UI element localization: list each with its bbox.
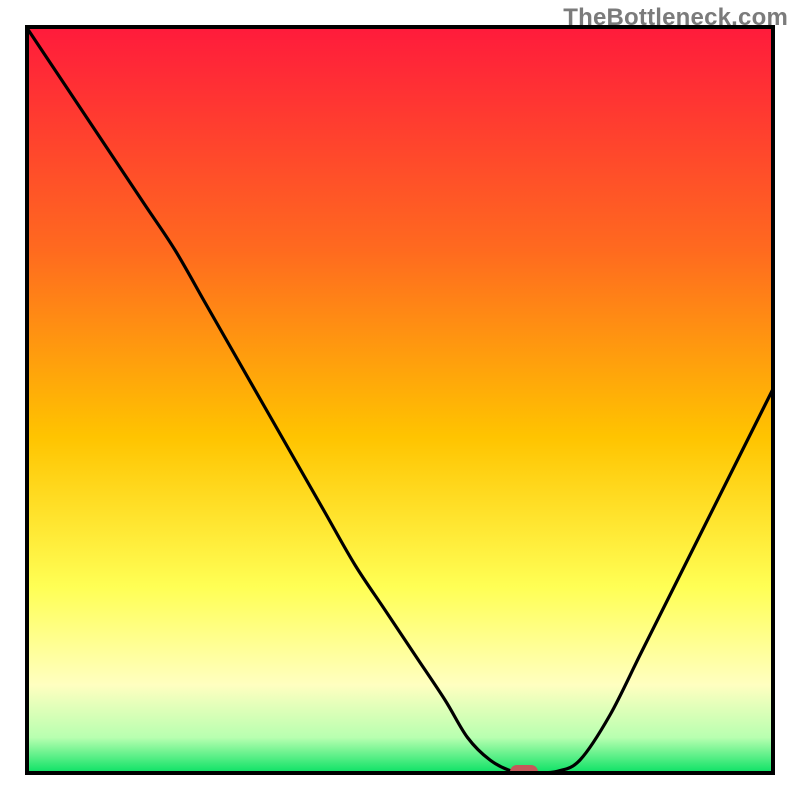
watermark-text: TheBottleneck.com xyxy=(563,4,788,32)
optimal-point-marker xyxy=(510,765,538,775)
bottleneck-curve xyxy=(25,25,775,775)
plot-area xyxy=(25,25,775,775)
